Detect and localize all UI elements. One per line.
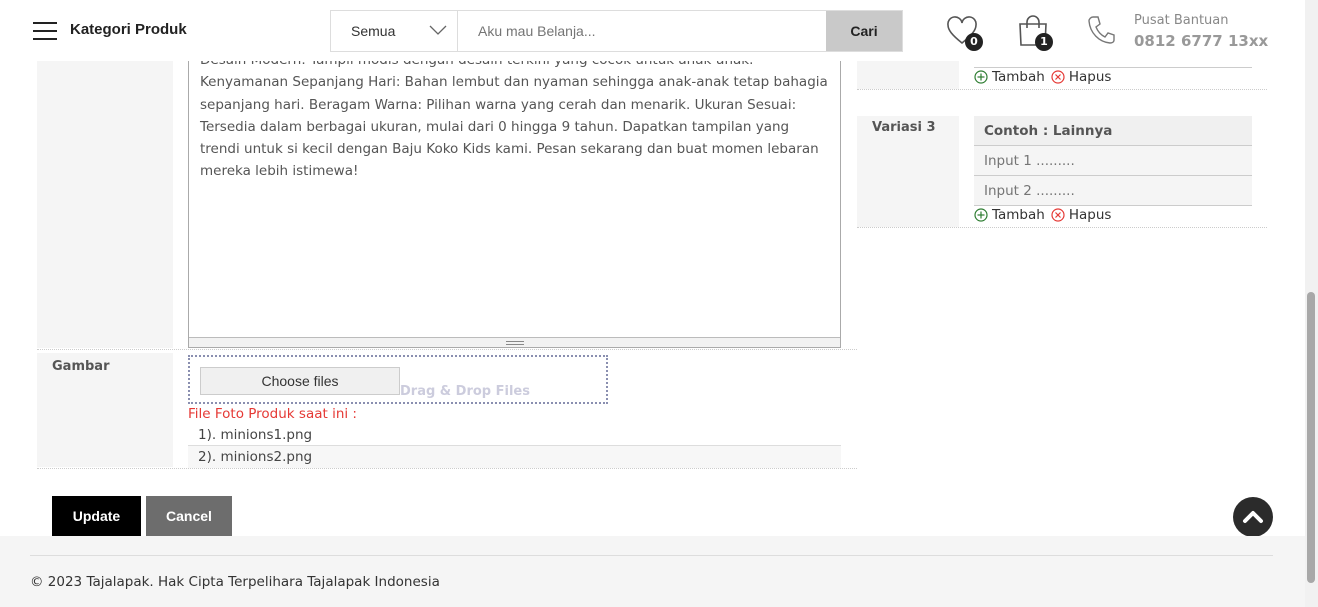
wishlist-button[interactable]: 0: [946, 16, 983, 52]
description-line: Kenyamanan Sepanjang Hari: Bahan lembut …: [200, 74, 828, 91]
variasi3-remove-button[interactable]: Hapus: [1051, 207, 1112, 223]
remove-label: Hapus: [1068, 69, 1112, 85]
remove-label: Hapus: [1068, 207, 1112, 223]
description-line: sepanjang hari. Beragam Warna: Pilihan w…: [200, 96, 797, 113]
search-bar: Semua Cari: [330, 10, 903, 52]
row-divider: [37, 349, 857, 350]
search-button[interactable]: Cari: [826, 11, 902, 51]
gambar-label: Gambar: [52, 359, 110, 374]
description-line: mereka lebih istimewa!: [200, 163, 359, 180]
description-label-cell: [37, 61, 173, 348]
footer: © 2023 Tajalapak. Hak Cipta Terpelihara …: [0, 536, 1305, 607]
variasi2-label-cell: [857, 61, 959, 89]
description-line: Tersedia dalam berbagai ukuran, mulai da…: [200, 118, 790, 135]
variasi3-label: Variasi 3: [872, 120, 936, 135]
page-scrollbar[interactable]: [1305, 0, 1318, 607]
category-title[interactable]: Kategori Produk: [70, 21, 187, 38]
file-list-item: 1). minions1.png: [188, 424, 841, 446]
variasi3-add-button[interactable]: Tambah: [974, 207, 1045, 223]
footer-divider: [30, 555, 1273, 556]
scroll-to-top-button[interactable]: [1233, 497, 1273, 537]
search-category-value: Semua: [351, 23, 396, 39]
row-divider: [37, 468, 857, 469]
cancel-button[interactable]: Cancel: [146, 496, 232, 536]
cart-button[interactable]: 1: [1016, 14, 1056, 52]
variasi2-add-button[interactable]: Tambah: [974, 69, 1045, 85]
variasi3-input-2[interactable]: [974, 176, 1252, 206]
plus-circle-icon: [974, 208, 988, 222]
choose-files-button[interactable]: Choose files: [200, 367, 400, 395]
help-center-phone: 0812 6777 13xx: [1134, 32, 1269, 50]
row-divider: [857, 89, 1267, 90]
variasi2-input-divider: [974, 67, 1252, 68]
file-list-item: 2). minions2.png: [188, 446, 841, 468]
remove-circle-icon: [1051, 208, 1065, 222]
current-files-label: File Foto Produk saat ini :: [188, 406, 357, 422]
add-label: Tambah: [992, 69, 1045, 85]
search-input[interactable]: [458, 11, 826, 51]
description-line: trendi untuk si kecil dengan Baju Koko K…: [200, 141, 819, 158]
variasi2-actions: Tambah Hapus: [974, 69, 1117, 85]
variasi2-remove-button[interactable]: Hapus: [1051, 69, 1112, 85]
menu-icon[interactable]: [33, 22, 57, 40]
chevron-up-icon: [1243, 511, 1263, 523]
search-category-select[interactable]: Semua: [331, 11, 458, 51]
cart-count-badge: 1: [1035, 33, 1053, 51]
row-divider: [857, 227, 1267, 228]
variasi3-input-1[interactable]: [974, 146, 1252, 176]
variasi3-example: Contoh : Lainnya: [974, 116, 1252, 146]
drag-drop-hint: Drag & Drop Files: [400, 384, 530, 399]
wishlist-count-badge: 0: [965, 33, 983, 51]
add-label: Tambah: [992, 207, 1045, 223]
scrollbar-thumb[interactable]: [1307, 292, 1315, 583]
variasi3-actions: Tambah Hapus: [974, 207, 1117, 223]
update-button[interactable]: Update: [52, 496, 141, 536]
help-center-label: Pusat Bantuan: [1134, 13, 1229, 28]
phone-icon: [1088, 16, 1115, 44]
description-textarea[interactable]: Desain Modern: Tampil modis dengan desai…: [188, 48, 841, 348]
top-header: Kategori Produk Semua Cari 0 1 Pusat Ban…: [0, 0, 1305, 61]
remove-circle-icon: [1051, 70, 1065, 84]
copyright-text: © 2023 Tajalapak. Hak Cipta Terpelihara …: [30, 574, 440, 590]
chevron-down-icon: [429, 25, 447, 35]
plus-circle-icon: [974, 70, 988, 84]
textarea-resize-handle[interactable]: [189, 337, 840, 347]
